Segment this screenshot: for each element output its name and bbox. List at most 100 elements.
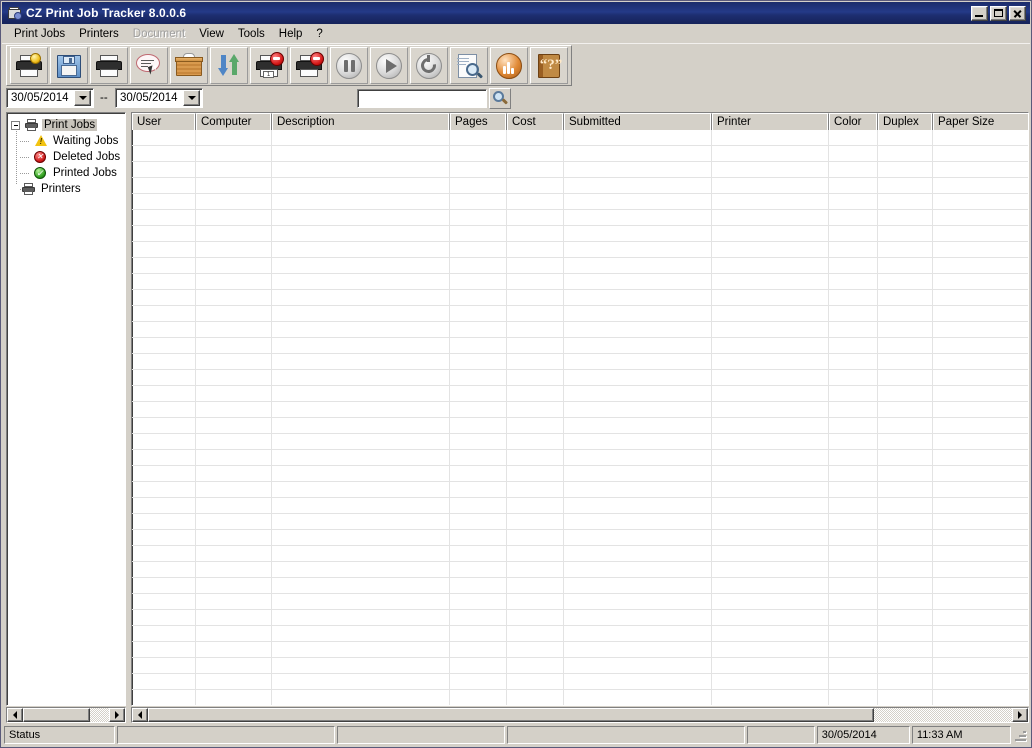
scroll-left-button[interactable] <box>132 708 148 722</box>
table-row[interactable] <box>132 354 1028 370</box>
toolbar-cancel-job-button[interactable] <box>290 47 328 84</box>
menu-printers[interactable]: Printers <box>72 26 126 42</box>
scroll-thumb[interactable] <box>148 708 874 722</box>
search-input[interactable] <box>358 90 486 107</box>
tree-item-printed-jobs[interactable]: Printed Jobs <box>11 165 125 181</box>
application-window: CZ Print Job Tracker 8.0.0.6 Print Jobs … <box>0 0 1032 748</box>
search-input-wrap[interactable] <box>357 89 487 108</box>
table-row[interactable] <box>132 338 1028 354</box>
minimize-button[interactable] <box>971 5 988 21</box>
table-row[interactable] <box>132 258 1028 274</box>
table-row[interactable] <box>132 546 1028 562</box>
tree-horizontal-scrollbar[interactable] <box>6 707 126 723</box>
search-button[interactable] <box>489 88 511 109</box>
scroll-left-button[interactable] <box>7 708 23 722</box>
table-row[interactable] <box>132 210 1028 226</box>
table-row[interactable] <box>132 674 1028 690</box>
menu-question[interactable]: ? <box>309 26 329 42</box>
toolbar-archive-button[interactable] <box>170 47 208 84</box>
scroll-track[interactable] <box>23 708 109 722</box>
grid-column-header[interactable]: Submitted <box>564 113 712 130</box>
toolbar-preview-button[interactable] <box>450 47 488 84</box>
grid-column-header[interactable]: Cost <box>507 113 564 130</box>
tree-item-print-jobs[interactable]: Print Jobs <box>11 117 125 133</box>
tree-item-waiting-jobs[interactable]: Waiting Jobs <box>11 133 125 149</box>
chevron-down-icon[interactable] <box>74 90 91 106</box>
table-row[interactable] <box>132 274 1028 290</box>
date-to-combo[interactable]: 30/05/2014 <box>115 88 203 108</box>
tree-item-printers[interactable]: Printers <box>11 181 125 197</box>
table-row[interactable] <box>132 450 1028 466</box>
table-row[interactable] <box>132 290 1028 306</box>
scroll-track[interactable] <box>148 708 1012 722</box>
menu-tools[interactable]: Tools <box>231 26 272 42</box>
table-row[interactable] <box>132 642 1028 658</box>
grid-column-header[interactable]: Paper Size <box>933 113 1028 130</box>
scroll-thumb[interactable] <box>23 708 91 722</box>
date-from-combo[interactable]: 30/05/2014 <box>6 88 94 108</box>
toolbar-pause-button[interactable] <box>330 47 368 84</box>
table-row[interactable] <box>132 578 1028 594</box>
table-row[interactable] <box>132 498 1028 514</box>
print-jobs-grid[interactable]: User Computer Description Pages Cost Submitte… <box>131 112 1029 706</box>
grid-column-header[interactable]: User <box>132 113 196 130</box>
table-row[interactable] <box>132 386 1028 402</box>
toolbar-refresh-button[interactable] <box>210 47 248 84</box>
table-row[interactable] <box>132 162 1028 178</box>
maximize-button[interactable] <box>990 5 1007 21</box>
grid-body[interactable] <box>132 130 1028 705</box>
table-row[interactable] <box>132 658 1028 674</box>
table-row[interactable] <box>132 594 1028 610</box>
table-row[interactable] <box>132 562 1028 578</box>
table-row[interactable] <box>132 418 1028 434</box>
toolbar-printer-new-button[interactable] <box>10 47 48 84</box>
close-button[interactable] <box>1009 5 1026 21</box>
scroll-right-button[interactable] <box>109 708 125 722</box>
collapse-toggle-icon[interactable] <box>11 120 20 130</box>
toolbar-reports-button[interactable] <box>490 47 528 84</box>
toolbar-start-button[interactable] <box>370 47 408 84</box>
table-row[interactable] <box>132 146 1028 162</box>
table-row[interactable] <box>132 434 1028 450</box>
menu-view[interactable]: View <box>192 26 231 42</box>
table-row[interactable] <box>132 370 1028 386</box>
table-row[interactable] <box>132 242 1028 258</box>
grid-horizontal-scrollbar[interactable] <box>131 707 1029 723</box>
table-row[interactable] <box>132 482 1028 498</box>
grid-column-header[interactable]: Duplex <box>878 113 933 130</box>
table-row[interactable] <box>132 514 1028 530</box>
table-row[interactable] <box>132 690 1028 705</box>
toolbar-restart-button[interactable] <box>410 47 448 84</box>
table-row[interactable] <box>132 626 1028 642</box>
navigation-tree[interactable]: Print Jobs Waiting Jobs Deleted Jobs Pri… <box>6 112 126 706</box>
grid-column-header[interactable]: Color <box>829 113 878 130</box>
table-row[interactable] <box>132 530 1028 546</box>
menu-print-jobs[interactable]: Print Jobs <box>7 26 72 42</box>
table-row[interactable] <box>132 178 1028 194</box>
toolbar-help-button[interactable]: ? <box>530 47 568 84</box>
scroll-right-button[interactable] <box>1012 708 1028 722</box>
table-row[interactable] <box>132 194 1028 210</box>
table-row[interactable] <box>132 226 1028 242</box>
table-cell <box>712 130 829 146</box>
chevron-down-icon[interactable] <box>183 90 200 106</box>
table-row[interactable] <box>132 322 1028 338</box>
toolbar-pause-job-button[interactable]: 1 <box>250 47 288 84</box>
table-row[interactable] <box>132 466 1028 482</box>
table-row[interactable] <box>132 130 1028 146</box>
tree-item-deleted-jobs[interactable]: Deleted Jobs <box>11 149 125 165</box>
grid-column-header[interactable]: Computer <box>196 113 272 130</box>
table-cell <box>712 578 829 594</box>
grid-column-header[interactable]: Description <box>272 113 450 130</box>
toolbar-save-button[interactable] <box>50 47 88 84</box>
grid-column-header[interactable]: Printer <box>712 113 829 130</box>
table-row[interactable] <box>132 402 1028 418</box>
table-row[interactable] <box>132 610 1028 626</box>
menu-help[interactable]: Help <box>272 26 310 42</box>
table-row[interactable] <box>132 306 1028 322</box>
status-panel-2 <box>117 726 336 744</box>
toolbar-properties-button[interactable] <box>130 47 168 84</box>
grid-column-header[interactable]: Pages <box>450 113 507 130</box>
resize-grip[interactable] <box>1013 728 1027 742</box>
toolbar-print-button[interactable] <box>90 47 128 84</box>
